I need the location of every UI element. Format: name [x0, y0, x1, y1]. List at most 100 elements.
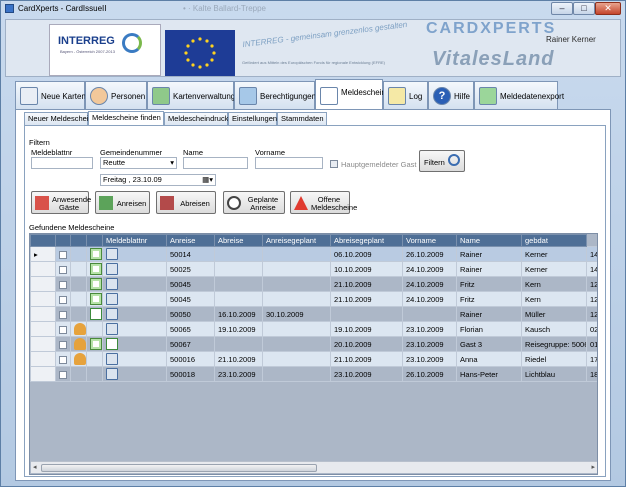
checkbox-cell — [55, 351, 71, 367]
tab-meldedatenexport[interactable]: Meldedatenexport — [474, 81, 564, 109]
row-header[interactable] — [30, 291, 56, 307]
offene-meldescheine-button[interactable]: Offene Meldescheine — [290, 191, 357, 214]
row-checkbox[interactable] — [59, 310, 67, 319]
row-header[interactable] — [30, 261, 56, 277]
subtab-meldescheine-finden[interactable]: Meldescheine finden — [88, 111, 164, 126]
column-header[interactable]: Anreise — [166, 234, 215, 247]
checked-doc-icon[interactable] — [90, 338, 102, 350]
row-header[interactable] — [30, 306, 56, 322]
geplante-anreise-button[interactable]: Geplante Anreise — [223, 191, 285, 214]
check-icon[interactable] — [106, 338, 118, 350]
printer-icon[interactable] — [106, 248, 118, 260]
gemeindenummer-select[interactable]: Reutte ▾ — [100, 157, 177, 169]
date-picker[interactable]: Freitag , 23.10.09 ▦▾ — [100, 174, 216, 186]
table-row[interactable]: 50065 19.10.2009 19.10.2009 23.10.2009 Flori… — [30, 321, 597, 337]
row-checkbox[interactable] — [59, 370, 67, 379]
tab-kartenverwaltung[interactable]: Kartenverwaltung — [147, 81, 235, 109]
row-checkbox[interactable] — [59, 265, 67, 274]
calendar-icon: ▦▾ — [202, 175, 213, 184]
results-grid[interactable]: Meldeblattnr Anreise Abreise Anreisegeplant… — [29, 233, 598, 475]
column-header[interactable]: Abreise — [214, 234, 263, 247]
printer-icon[interactable] — [106, 293, 118, 305]
table-row[interactable]: 50045 21.10.200924.10.2009FritzKern12.02.… — [30, 276, 597, 292]
column-header[interactable] — [55, 234, 71, 247]
table-cell: 21.10.2009 — [214, 351, 263, 367]
row-header[interactable] — [30, 321, 56, 337]
subtab-einstellungen[interactable]: Einstellungen — [228, 112, 277, 125]
hauptgemeldeter-checkbox[interactable] — [330, 160, 338, 168]
column-header[interactable]: Name — [456, 234, 522, 247]
table-row[interactable]: 500018 23.10.2009 23.10.2009 26.10.2009 Hans… — [30, 366, 597, 382]
tab-log[interactable]: Log — [383, 81, 428, 109]
tab-personen[interactable]: Personen — [85, 81, 147, 109]
subtab-stammdaten[interactable]: Stammdaten — [277, 112, 327, 125]
key-icon[interactable] — [74, 338, 86, 350]
column-header[interactable]: Anreisegeplant — [262, 234, 331, 247]
checkbox-cell — [55, 366, 71, 382]
check-icon[interactable] — [90, 308, 102, 320]
column-header[interactable] — [70, 234, 87, 247]
checked-doc-icon[interactable] — [90, 263, 102, 275]
minimize-button[interactable]: – — [551, 2, 573, 15]
filter-button[interactable]: Filtern — [419, 150, 465, 172]
key-icon[interactable] — [74, 323, 86, 335]
tab-berechtigungen[interactable]: Berechtigungen — [234, 81, 316, 109]
tab-hilfe[interactable]: ? Hilfe — [428, 81, 474, 109]
scrollbar-thumb[interactable] — [41, 464, 317, 472]
row-checkbox[interactable] — [59, 280, 67, 289]
name-input[interactable] — [183, 157, 248, 169]
row-checkbox[interactable] — [59, 295, 67, 304]
meldeblattnr-label: Meldeblattnr — [31, 148, 73, 157]
scroll-left-icon[interactable]: ◂ — [33, 463, 37, 471]
maximize-button[interactable]: □ — [573, 2, 595, 15]
tab-meldeschein[interactable]: Meldeschein — [315, 79, 386, 109]
row-checkbox[interactable] — [59, 325, 67, 334]
printer-icon[interactable] — [106, 353, 118, 365]
row-header[interactable] — [30, 351, 56, 367]
close-button[interactable]: ✕ — [595, 2, 621, 15]
meldeblattnr-input[interactable] — [31, 157, 93, 169]
table-cell — [262, 291, 331, 307]
vorname-input[interactable] — [255, 157, 323, 169]
key-icon[interactable] — [74, 353, 86, 365]
banner-slogan: INTERREG - gemeinsam grenzenlos gestalte… — [242, 19, 408, 50]
scroll-right-icon[interactable]: ▸ — [591, 463, 595, 471]
row-header[interactable]: ▸ — [30, 246, 56, 262]
checked-doc-icon[interactable] — [90, 278, 102, 290]
icon-cell — [70, 321, 87, 337]
row-header[interactable] — [30, 276, 56, 292]
row-checkbox[interactable] — [59, 250, 67, 259]
printer-icon[interactable] — [106, 308, 118, 320]
subtab-meldescheindruck[interactable]: Meldescheindruck — [164, 112, 228, 125]
row-checkbox[interactable] — [59, 340, 67, 349]
printer-icon[interactable] — [106, 323, 118, 335]
printer-icon[interactable] — [106, 368, 118, 380]
row-checkbox[interactable] — [59, 355, 67, 364]
table-row[interactable]: ▸ 50014 06.10.2009 26.10.2009 Rainer Kerner 14… — [30, 246, 597, 262]
abreisen-button[interactable]: Abreisen — [156, 191, 216, 214]
subtab-neuer-meldeschein[interactable]: Neuer Meldeschein — [24, 112, 93, 125]
printer-icon[interactable] — [106, 278, 118, 290]
row-header[interactable] — [30, 336, 56, 352]
checked-doc-icon[interactable] — [90, 248, 102, 260]
table-row[interactable]: 500016 21.10.2009 21.10.2009 23.10.2009 Anna… — [30, 351, 597, 367]
anreisen-button[interactable]: Anreisen — [95, 191, 150, 214]
checked-doc-icon[interactable] — [90, 293, 102, 305]
table-row[interactable]: 50045 21.10.200924.10.2009FritzKern12.02.… — [30, 291, 597, 307]
column-header[interactable] — [30, 234, 56, 247]
table-row[interactable]: 50025 10.10.200924.10.2009RainerKerner14.… — [30, 261, 597, 277]
column-header[interactable]: Abreisegeplant — [330, 234, 403, 247]
table-row[interactable]: 50067 20.10.2009 23.10.2009 Gast 3 Reisegrup… — [30, 336, 597, 352]
horizontal-scrollbar[interactable]: ◂ ▸ — [31, 461, 597, 473]
icon-cell — [102, 321, 167, 337]
title-bar[interactable]: CardXperts - CardIssueII • · Kalte Balla… — [1, 1, 625, 17]
tab-neue-karten[interactable]: Neue Karten — [15, 81, 86, 109]
column-header[interactable]: gebdat — [521, 234, 587, 247]
table-row[interactable]: 5005016.10.200930.10.2009 RainerMüller12.… — [30, 306, 597, 322]
printer-icon[interactable] — [106, 263, 118, 275]
row-header[interactable] — [30, 366, 56, 382]
column-header[interactable] — [86, 234, 103, 247]
anwesende-gaeste-button[interactable]: Anwesende Gäste — [31, 191, 91, 214]
column-header[interactable]: Vorname — [402, 234, 457, 247]
column-header[interactable]: Meldeblattnr — [102, 234, 167, 247]
